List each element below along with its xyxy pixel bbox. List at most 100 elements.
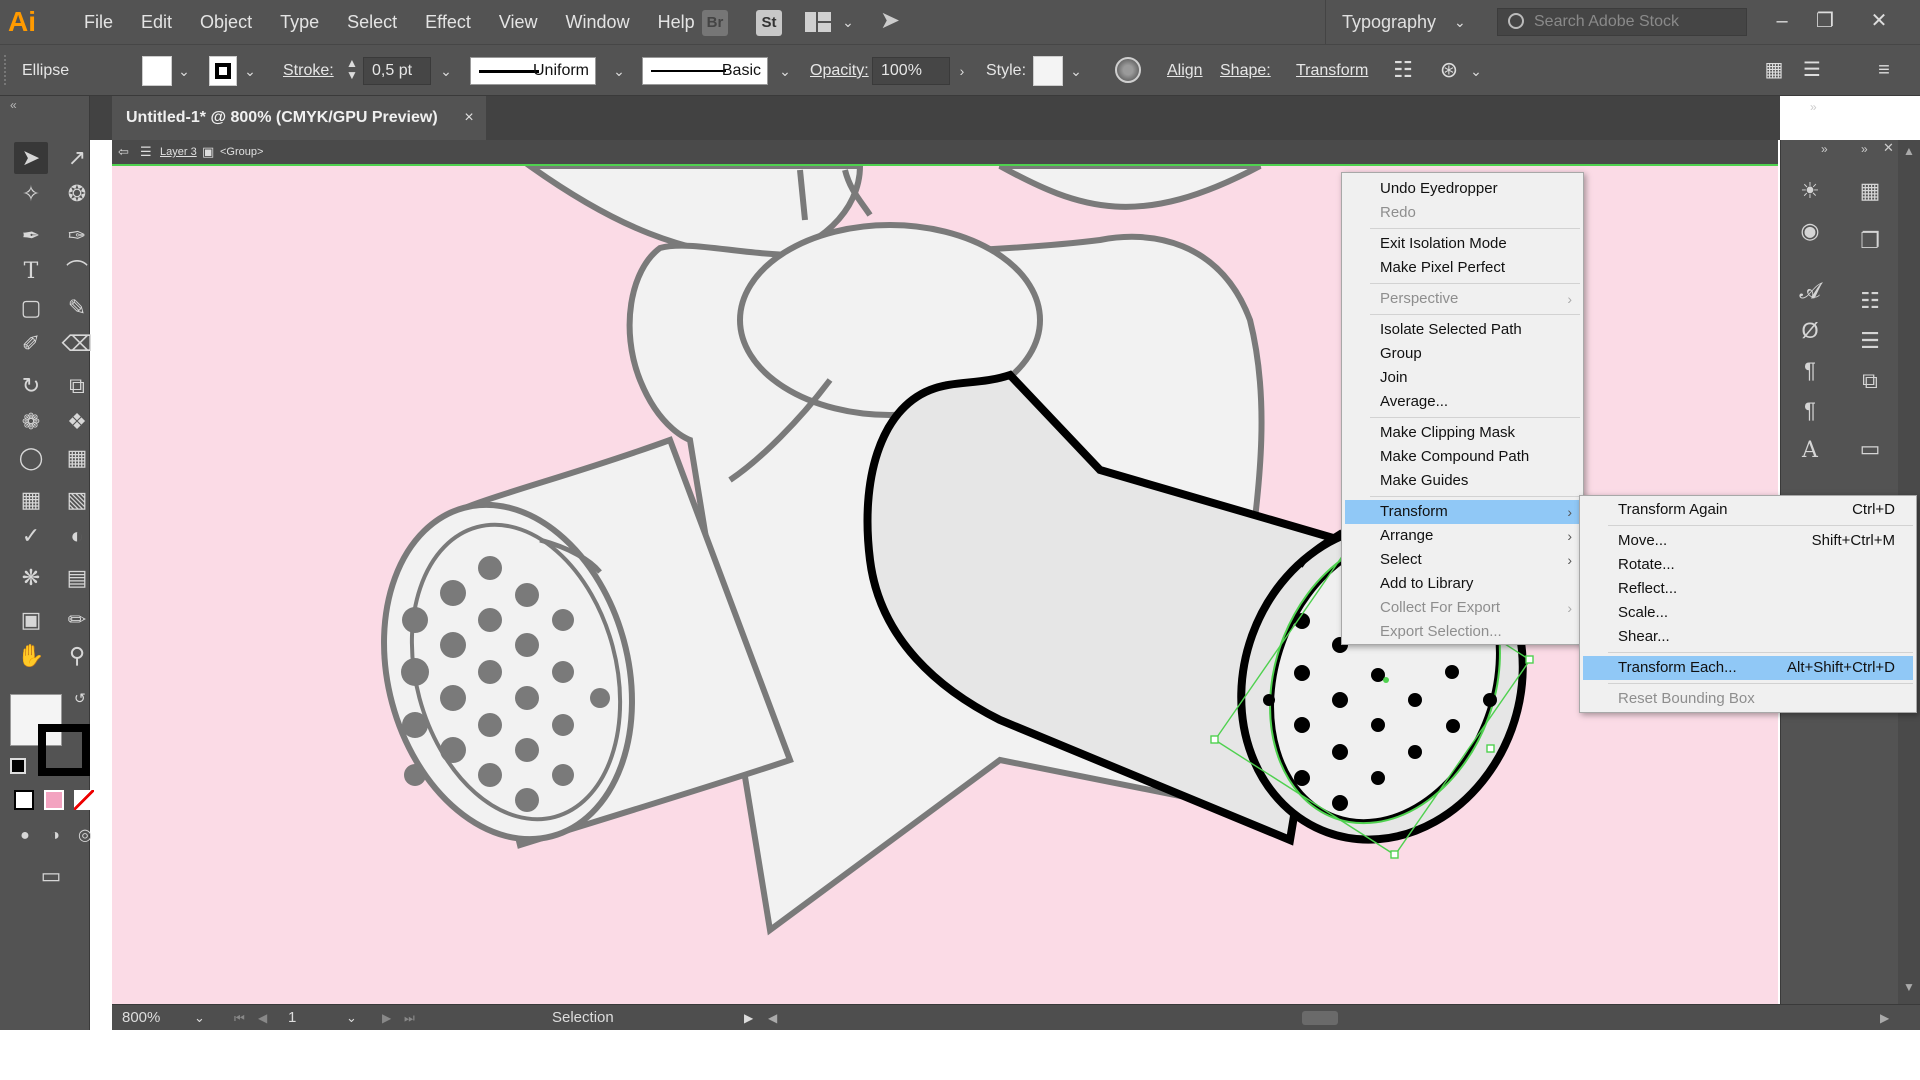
submenu-item-transform-again[interactable]: Transform Again Ctrl+D <box>1583 498 1913 522</box>
menu-item-add-to-library[interactable]: Add to Library <box>1345 572 1580 596</box>
previous-artboard-icon[interactable]: ◀ <box>258 1005 267 1031</box>
search-adobe-stock-input[interactable]: Search Adobe Stock <box>1497 8 1747 36</box>
scroll-left-icon[interactable]: ◀ <box>768 1005 777 1031</box>
menu-item-join[interactable]: Join <box>1345 366 1580 390</box>
next-artboard-icon[interactable]: ▶ <box>382 1005 391 1031</box>
lasso-tool-icon[interactable]: ❂ <box>60 178 94 210</box>
paintbrush-tool-icon[interactable]: ✎ <box>60 292 94 324</box>
fill-swatch[interactable] <box>142 56 172 86</box>
align-panel-icon[interactable]: ▦ <box>1762 57 1786 83</box>
collapse-panel-icon[interactable]: « <box>10 98 17 112</box>
style-chevron-icon[interactable]: ⌄ <box>1066 59 1086 83</box>
submenu-item-move[interactable]: Move... Shift+Ctrl+M <box>1583 529 1913 553</box>
back-arrow-icon[interactable]: ⇦ <box>118 140 129 164</box>
brush-chevron-icon[interactable]: ⌄ <box>775 59 795 83</box>
artboard-number[interactable]: 1 <box>288 1005 296 1031</box>
arrange-documents-icon[interactable] <box>805 12 831 32</box>
draw-normal-icon[interactable]: ● <box>8 820 42 852</box>
distribute-icon[interactable]: ☰ <box>1800 57 1824 83</box>
stroke-weight-input[interactable]: 0,5 pt <box>363 57 431 85</box>
last-artboard-icon[interactable]: ⏭ <box>404 1005 415 1031</box>
menu-item-make-clipping-mask[interactable]: Make Clipping Mask <box>1345 421 1580 445</box>
scale-tool-icon[interactable]: ⧉ <box>60 370 94 402</box>
horizontal-scroll-thumb[interactable] <box>1302 1011 1338 1025</box>
artboards-panel-icon[interactable]: ❐ <box>1855 226 1885 256</box>
align-panel-dock-icon[interactable]: ☰ <box>1855 326 1885 356</box>
paragraph-panel-icon[interactable]: ¶ <box>1795 356 1825 386</box>
isolate-icon[interactable]: ☷ <box>1390 57 1416 83</box>
zoom-chevron-icon[interactable]: ⌄ <box>194 1005 205 1031</box>
curvature-tool-icon[interactable]: ✑ <box>60 220 94 252</box>
breadcrumb-layer[interactable]: Layer 3 <box>160 140 197 164</box>
draw-behind-icon[interactable]: ◑ <box>38 820 72 852</box>
stroke-label[interactable]: Stroke: <box>283 62 334 80</box>
rectangle-tool-icon[interactable]: ▢ <box>14 292 48 324</box>
gpu-performance-icon[interactable]: ➤ <box>880 6 910 36</box>
current-tool-status[interactable]: Selection <box>552 1005 614 1031</box>
opentype-panel-icon[interactable]: Ø <box>1795 316 1825 346</box>
profile-chevron-icon[interactable]: ⌄ <box>609 59 629 83</box>
none-mode-icon[interactable] <box>74 790 94 810</box>
chevron-right-icon[interactable]: › <box>952 59 972 83</box>
close-icon[interactable]: × <box>464 96 473 140</box>
zoom-tool-icon[interactable]: ⚲ <box>60 640 94 672</box>
pathfinder-panel-icon[interactable]: ⧉ <box>1855 366 1885 396</box>
stroke-weight-chevron-icon[interactable]: ⌄ <box>436 59 456 83</box>
swatches-panel-icon[interactable]: ▦ <box>1855 176 1885 206</box>
recolor-artwork-icon[interactable] <box>1115 57 1141 83</box>
paragraph-styles-panel-icon[interactable]: ¶ <box>1795 396 1825 426</box>
menu-item-select[interactable]: Select › <box>1345 548 1580 572</box>
stroke-dropdown-chevron-icon[interactable]: ⌄ <box>240 59 260 83</box>
first-artboard-icon[interactable]: ⏮ <box>234 1005 245 1031</box>
gradient-panel-icon[interactable]: ▭ <box>1855 434 1885 464</box>
direct-selection-tool-icon[interactable]: ↗ <box>60 142 94 174</box>
stroke-weight-stepper-icon[interactable]: ▲ ▼ <box>345 57 359 85</box>
color-guide-panel-icon[interactable]: ◉ <box>1795 216 1825 246</box>
restore-window-button[interactable]: ❐ <box>1808 6 1842 36</box>
shape-link[interactable]: Shape: <box>1220 62 1271 80</box>
hand-tool-icon[interactable]: ✋ <box>14 640 48 672</box>
menu-item-group[interactable]: Group <box>1345 342 1580 366</box>
artboard-tool-icon[interactable]: ▣ <box>14 604 48 636</box>
opacity-label[interactable]: Opacity: <box>810 62 869 80</box>
submenu-item-reflect[interactable]: Reflect... <box>1583 577 1913 601</box>
gradient-mode-icon[interactable] <box>44 790 64 810</box>
perspective-grid-tool-icon[interactable]: ▦ <box>60 442 94 474</box>
opacity-input[interactable]: 100% <box>872 57 950 85</box>
menu-select[interactable]: Select <box>333 0 411 44</box>
draw-inside-icon[interactable]: ◎ <box>68 820 102 852</box>
menu-item-undo-eyedropper[interactable]: Undo Eyedropper <box>1345 177 1580 201</box>
shaper-tool-icon[interactable]: ✐ <box>14 328 48 360</box>
bridge-icon[interactable]: Br <box>702 10 728 36</box>
minimize-window-button[interactable]: – <box>1765 6 1799 36</box>
stroke-swatch[interactable] <box>209 56 237 86</box>
zoom-level[interactable]: 800% <box>122 1005 160 1031</box>
close-window-button[interactable]: ✕ <box>1862 6 1896 36</box>
width-tool-icon[interactable]: ❁ <box>14 406 48 438</box>
menu-item-exit-isolation-mode[interactable]: Exit Isolation Mode <box>1345 232 1580 256</box>
graphic-style-swatch[interactable] <box>1033 56 1063 86</box>
magic-wand-tool-icon[interactable]: ✧ <box>14 178 48 210</box>
symbol-sprayer-tool-icon[interactable]: ❋ <box>14 562 48 594</box>
stock-icon[interactable]: St <box>756 10 782 36</box>
color-mode-icon[interactable] <box>14 790 34 810</box>
transform-link[interactable]: Transform <box>1296 62 1368 80</box>
dock-expand-icon-2[interactable]: » <box>1861 142 1868 156</box>
panel-collapse-icon[interactable]: » <box>1810 100 1817 114</box>
workspace-switcher[interactable]: Typography ⌄ <box>1325 0 1500 44</box>
rotate-tool-icon[interactable]: ↻ <box>14 370 48 402</box>
menu-item-isolate-selected-path[interactable]: Isolate Selected Path <box>1345 318 1580 342</box>
menu-window[interactable]: Window <box>552 0 644 44</box>
chevron-down-icon[interactable]: ⌄ <box>1466 59 1486 83</box>
character-styles-panel-icon[interactable]: 𝓐 <box>1795 276 1825 306</box>
breadcrumb-group[interactable]: <Group> <box>220 140 263 164</box>
panel-menu-icon[interactable]: ≡ <box>1872 57 1896 83</box>
pen-tool-icon[interactable]: ✒ <box>14 220 48 252</box>
status-menu-arrow-icon[interactable]: ▶ <box>744 1005 753 1031</box>
scroll-up-icon[interactable]: ▲ <box>1903 144 1915 158</box>
menu-edit[interactable]: Edit <box>127 0 186 44</box>
type-tool-icon[interactable]: T <box>14 256 48 288</box>
grip-handle[interactable] <box>4 55 8 85</box>
menu-item-arrange[interactable]: Arrange › <box>1345 524 1580 548</box>
menu-object[interactable]: Object <box>186 0 266 44</box>
